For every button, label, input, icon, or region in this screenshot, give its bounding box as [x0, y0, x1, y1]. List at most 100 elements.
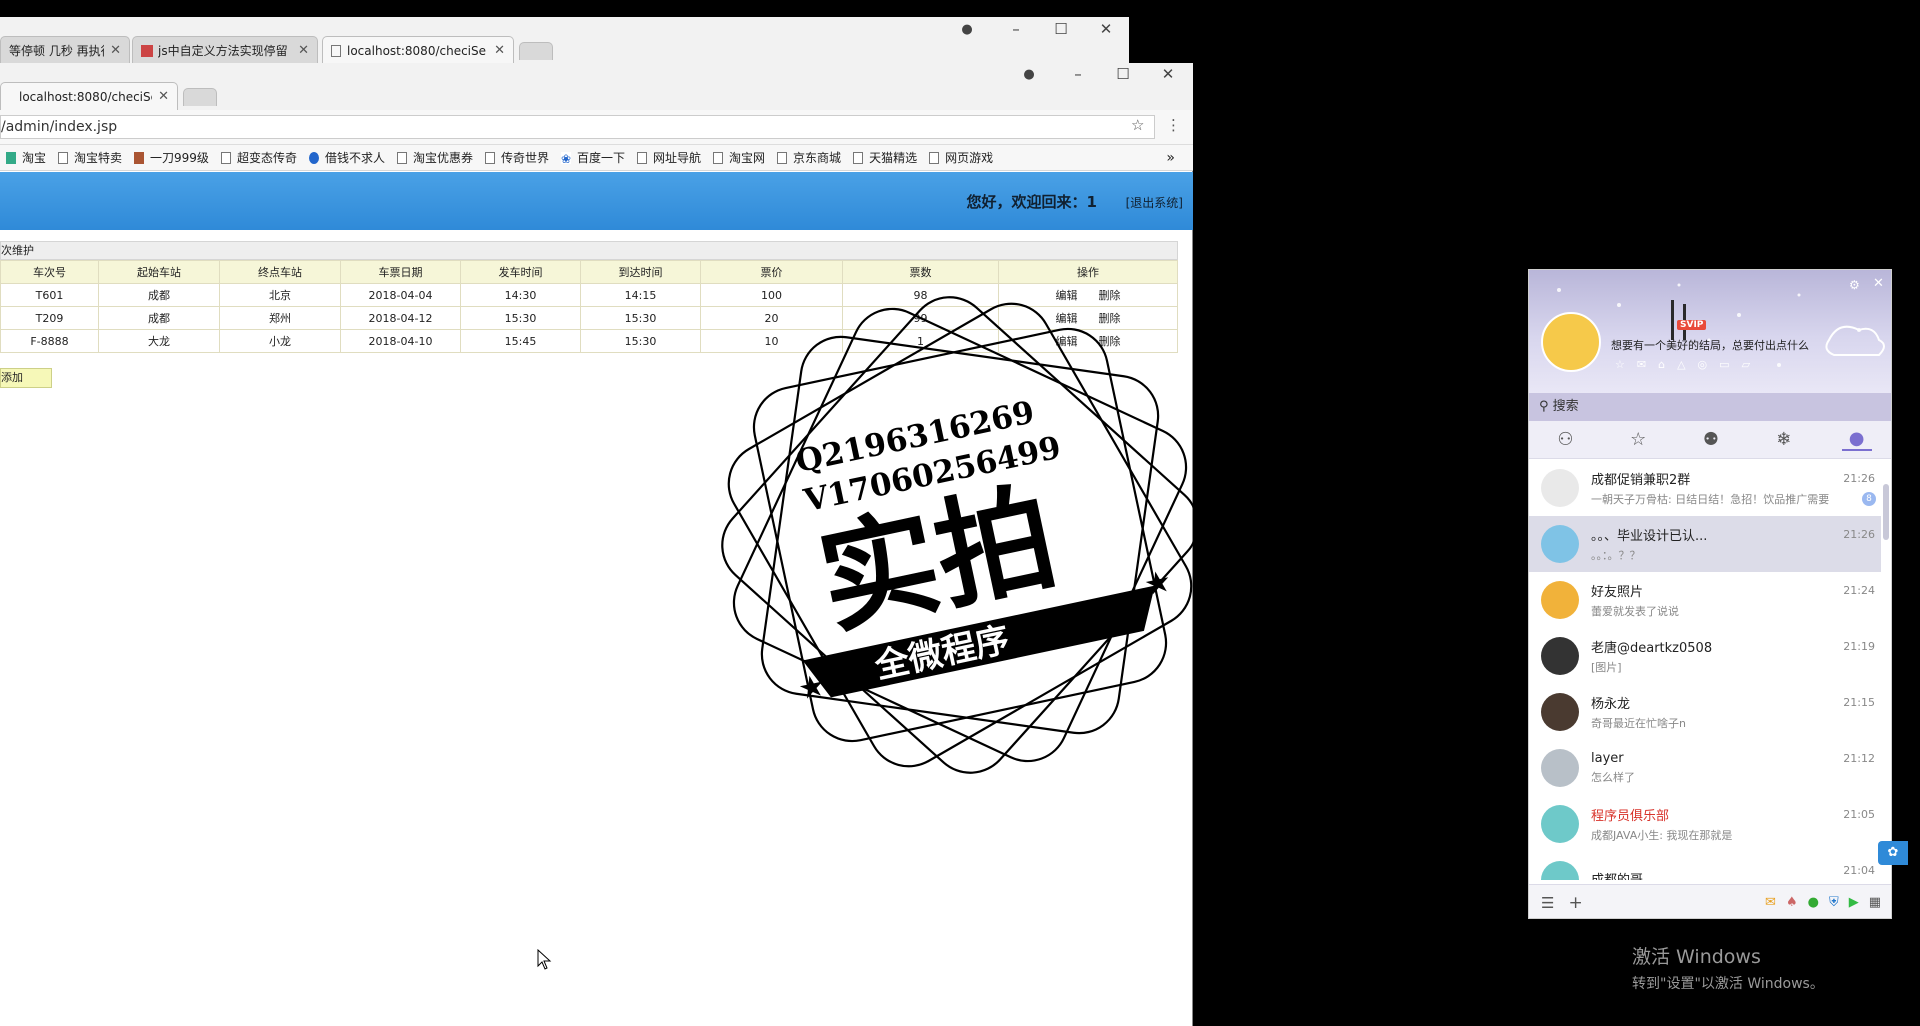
- bookmark-8[interactable]: 网址导航: [637, 149, 701, 166]
- maximize-button[interactable]: ☐: [1046, 20, 1076, 38]
- security-app-icon[interactable]: ⛨: [1829, 895, 1839, 910]
- list-item[interactable]: layer 怎么样了 21:12: [1529, 740, 1881, 796]
- list-item[interactable]: 好友照片 蕾爱就发表了说说 21:24: [1529, 572, 1881, 628]
- user-signature[interactable]: 想要有一个美好的结局，总要付出点什么: [1611, 337, 1809, 353]
- bookmark-5[interactable]: 淘宝优惠券: [396, 149, 473, 166]
- mail-icon[interactable]: ✉: [1637, 358, 1646, 371]
- mail-app-icon[interactable]: ✉: [1765, 895, 1776, 910]
- cell: 成都: [98, 283, 220, 307]
- user-avatar[interactable]: [1541, 312, 1601, 372]
- apps-tab-icon[interactable]: ❄: [1769, 429, 1799, 450]
- logout-link[interactable]: [退出系统]: [1126, 194, 1183, 211]
- bg-tab-3[interactable]: localhost:8080/checiSe ✕: [322, 36, 514, 64]
- add-icon[interactable]: +: [1568, 893, 1582, 913]
- warning-icon[interactable]: △: [1677, 358, 1685, 371]
- list-item[interactable]: 成都促销兼职2群 一朝天子万骨枯: 日结日结！急招！饮品推广需要 21:26 8: [1529, 460, 1881, 516]
- cell: 15:30: [580, 329, 701, 353]
- star-icon: ★: [1141, 564, 1175, 604]
- list-item[interactable]: 成都的哥 21:04: [1529, 852, 1881, 880]
- star-icon[interactable]: ☆: [1131, 116, 1144, 134]
- conversation-time: 21:26: [1843, 472, 1875, 485]
- profile-icon[interactable]: ●: [952, 22, 982, 37]
- weiyun-app-icon[interactable]: ●: [1808, 895, 1819, 910]
- page-icon: [58, 151, 69, 164]
- menu-dots-icon[interactable]: ⋮: [1166, 116, 1181, 134]
- column-header: 发车时间: [460, 260, 581, 284]
- column-header: 票价: [700, 260, 843, 284]
- new-tab-button[interactable]: [183, 88, 217, 106]
- bookmark-label: 超变态传奇: [236, 151, 297, 165]
- bg-tab-2-title: js中自定义方法实现停留: [158, 44, 288, 58]
- app-grid-icon[interactable]: ▦: [1869, 895, 1881, 910]
- video-app-icon[interactable]: ▶: [1849, 895, 1859, 910]
- chat-icon[interactable]: ▱: [1742, 358, 1750, 371]
- minimize-button[interactable]: –: [1001, 20, 1031, 38]
- star-icon[interactable]: ☆: [1615, 358, 1625, 371]
- messages-tab-icon[interactable]: ●: [1841, 428, 1872, 451]
- bookmark-1[interactable]: 淘宝特卖: [58, 149, 122, 166]
- groups-tab-icon[interactable]: ⚉: [1696, 429, 1726, 450]
- bookmark-2[interactable]: 一刀999级: [134, 149, 209, 166]
- list-scrollbar[interactable]: [1883, 484, 1889, 540]
- bg-tab-1[interactable]: 等停顿 几秒 再执行js ✕: [0, 36, 130, 64]
- game-app-icon[interactable]: ♠: [1786, 895, 1798, 910]
- skin-icon[interactable]: ⚙: [1849, 278, 1860, 292]
- bookmark-4[interactable]: 借钱不求人: [308, 149, 385, 166]
- page-icon: [777, 151, 788, 164]
- minimize-button[interactable]: –: [1063, 65, 1093, 83]
- bookmark-10[interactable]: 京东商城: [777, 149, 841, 166]
- qq-profile-header: SVIP 想要有一个美好的结局，总要付出点什么 ☆ ✉ ⌂ △ ◎ ▭ ▱ ⚙ …: [1529, 270, 1891, 393]
- bookmarks-more-button[interactable]: »: [1166, 150, 1175, 166]
- bookmark-12[interactable]: 网页游戏: [929, 149, 993, 166]
- bookmark-label: 淘宝: [22, 151, 47, 165]
- conversation-list: 成都促销兼职2群 一朝天子万骨枯: 日结日结！急招！饮品推广需要 21:26 8 …: [1529, 460, 1881, 880]
- close-icon[interactable]: ✕: [494, 43, 505, 58]
- close-icon[interactable]: ✕: [158, 89, 169, 104]
- conversation-preview: 。。：。？？: [1591, 549, 1641, 562]
- pet-icon[interactable]: ◎: [1698, 358, 1708, 371]
- bookmark-label: 网址导航: [653, 151, 702, 165]
- conversation-time: 21:19: [1843, 640, 1875, 653]
- avatar: [1541, 749, 1579, 787]
- close-window-button[interactable]: ✕: [1153, 65, 1183, 83]
- bg-tab-2[interactable]: js中自定义方法实现停留 ✕: [132, 36, 318, 64]
- tab-favicon-icon: [141, 44, 153, 57]
- main-menu-icon[interactable]: ☰: [1541, 894, 1554, 912]
- bookmark-7[interactable]: ❀ 百度一下: [561, 149, 625, 166]
- bookmark-9[interactable]: 淘宝网: [713, 149, 765, 166]
- bookmark-3[interactable]: 超变态传奇: [220, 149, 297, 166]
- conversation-preview: 成都JAVA小生: 我现在那就是: [1591, 829, 1733, 842]
- qq-nav-tabs: ⚇ ☆ ⚉ ❄ ●: [1529, 421, 1891, 459]
- conversation-preview: 蕾爱就发表了说说: [1591, 605, 1679, 618]
- bookmark-0[interactable]: 淘宝: [6, 149, 46, 166]
- list-item[interactable]: 。。、毕业设计已认... 。。：。？？ 21:26: [1529, 516, 1881, 572]
- profile-icon[interactable]: ●: [1014, 67, 1044, 82]
- close-window-button[interactable]: ✕: [1091, 20, 1121, 38]
- list-item[interactable]: 老唐@deartkz0508 [图片] 21:19: [1529, 628, 1881, 684]
- contacts-tab-icon[interactable]: ⚇: [1550, 429, 1580, 450]
- favorites-tab-icon[interactable]: ☆: [1623, 429, 1653, 450]
- bookmark-6[interactable]: 传奇世界: [484, 149, 549, 166]
- address-input[interactable]: /admin/index.jsp: [0, 115, 1155, 139]
- close-icon[interactable]: ✕: [298, 43, 309, 58]
- bookmark-label: 一刀999级: [150, 151, 209, 165]
- list-item[interactable]: 程序员俱乐部 成都JAVA小生: 我现在那就是 21:05: [1529, 796, 1881, 852]
- cell: 15:30: [580, 306, 701, 330]
- column-header: 终点车站: [219, 260, 341, 284]
- maximize-button[interactable]: ☐: [1108, 65, 1138, 83]
- bg-tab-1-title: 等停顿 几秒 再执行js: [9, 44, 104, 58]
- active-tab[interactable]: localhost:8080/checiSe ✕: [0, 82, 178, 110]
- close-icon[interactable]: ✕: [110, 43, 121, 58]
- card-icon[interactable]: ▭: [1719, 358, 1729, 371]
- bookmark-11[interactable]: 天猫精选: [853, 149, 917, 166]
- bookmark-label: 借钱不求人: [324, 151, 385, 165]
- cell: 14:15: [580, 283, 701, 307]
- bookmark-label: 淘宝优惠券: [412, 151, 473, 165]
- gift-icon[interactable]: ⌂: [1658, 358, 1665, 371]
- new-tab-button[interactable]: [519, 42, 553, 60]
- list-item[interactable]: 杨永龙 奇哥最近在忙啥子n 21:15: [1529, 684, 1881, 740]
- add-button[interactable]: 添加: [0, 368, 52, 388]
- cloud-side-icon[interactable]: ✿: [1878, 841, 1908, 865]
- close-icon[interactable]: ✕: [1873, 276, 1884, 291]
- qq-search-bar[interactable]: ⚲ 搜索: [1529, 393, 1891, 421]
